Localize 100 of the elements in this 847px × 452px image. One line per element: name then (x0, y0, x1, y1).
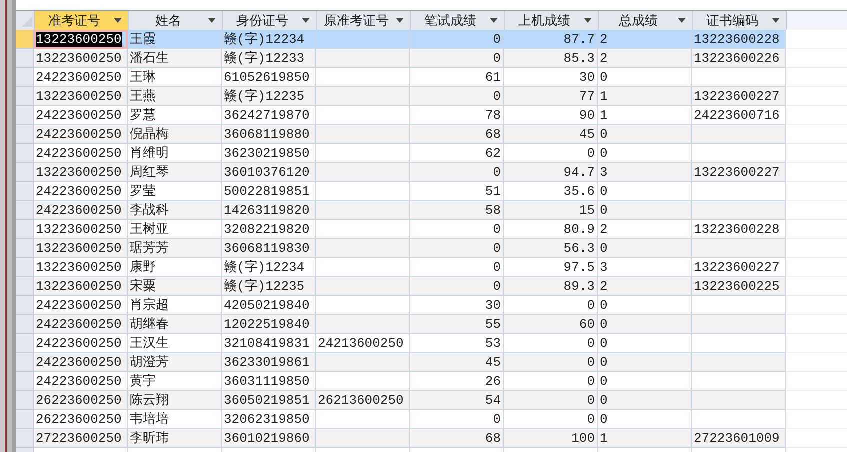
record-selector[interactable] (16, 30, 34, 49)
table-cell: 55 (410, 315, 504, 334)
table-cell: 13223600225 (692, 277, 786, 296)
dropdown-arrow-icon[interactable] (772, 18, 780, 23)
table-cell: 周红琴 (128, 163, 222, 182)
table-cell: 0 (504, 353, 598, 372)
record-selector[interactable] (16, 334, 34, 353)
table-cell: 宋粟 (128, 277, 222, 296)
table-cell: 36068119830 (222, 239, 316, 258)
table-cell: 13223600228 (692, 30, 786, 49)
table-cell: 45 (410, 353, 504, 372)
table-cell: 王燕 (128, 87, 222, 106)
table-cell: 36068119880 (222, 125, 316, 144)
record-selector[interactable] (16, 125, 34, 144)
record-selector[interactable] (16, 239, 34, 258)
table-cell: 15 (504, 201, 598, 220)
table-cell: 3 (598, 163, 692, 182)
table-cell: 胡继春 (128, 315, 222, 334)
table-cell: 0 (504, 391, 598, 410)
table-cell: 赣(字)12233 (222, 49, 316, 68)
table-cell: 1 (598, 429, 692, 448)
column-header[interactable]: 上机成绩 (505, 11, 599, 30)
table-cell: 13223600250 (34, 239, 128, 258)
table-cell: 68 (410, 125, 504, 144)
record-selector[interactable] (16, 106, 34, 125)
table-cell: 陈云翔 (128, 391, 222, 410)
table-cell: 0 (598, 353, 692, 372)
table-cell: 36010219860 (222, 429, 316, 448)
table-cell: 24223600250 (34, 353, 128, 372)
table-cell: 琚芳芳 (128, 239, 222, 258)
table-cell: 89.3 (504, 277, 598, 296)
table-cell: 0 (410, 277, 504, 296)
table-cell: 26213600250 (316, 391, 410, 410)
table-cell: 13223600250 (34, 87, 128, 106)
column-header[interactable]: 原准考证号 (317, 11, 411, 30)
table-cell: 12022519840 (222, 315, 316, 334)
table-cell: 0 (410, 87, 504, 106)
record-selector[interactable] (16, 353, 34, 372)
record-selector[interactable] (16, 68, 34, 87)
table-cell: 87.7 (504, 30, 598, 49)
dropdown-arrow-icon[interactable] (208, 18, 216, 23)
table-cell: 13223600250 (34, 163, 128, 182)
table-cell: 56.3 (504, 239, 598, 258)
dropdown-arrow-icon[interactable] (584, 18, 592, 23)
table-cell: 77 (504, 87, 598, 106)
table-cell: 24223600250 (34, 315, 128, 334)
record-selector[interactable] (16, 144, 34, 163)
column-header[interactable]: 身份证号 (223, 11, 317, 30)
column-header[interactable]: 准考证号 (35, 11, 129, 30)
table-cell: 60 (504, 315, 598, 334)
record-selector[interactable] (16, 163, 34, 182)
table-cell: 100 (504, 429, 598, 448)
table-cell: 13223600250 (34, 49, 128, 68)
record-selector[interactable] (16, 372, 34, 391)
table-cell: 68 (410, 429, 504, 448)
record-selector[interactable] (16, 296, 34, 315)
dropdown-arrow-icon[interactable] (114, 18, 122, 23)
column-header[interactable]: 笔试成绩 (411, 11, 505, 30)
table-cell: 王霞 (128, 30, 222, 49)
record-selector[interactable] (16, 182, 34, 201)
column-header[interactable]: 总成绩 (599, 11, 693, 30)
table-cell: 0 (598, 125, 692, 144)
table-cell: 24223600250 (34, 125, 128, 144)
table-cell: 胡澄芳 (128, 353, 222, 372)
record-selector[interactable] (16, 391, 34, 410)
dropdown-arrow-icon[interactable] (490, 18, 498, 23)
table-cell: 13223600250 (34, 277, 128, 296)
table-cell: 14263119820 (222, 201, 316, 220)
record-selector[interactable] (16, 220, 34, 239)
table-cell: 36010376120 (222, 163, 316, 182)
table-cell: 0 (410, 239, 504, 258)
table-cell: 李战科 (128, 201, 222, 220)
dropdown-arrow-icon[interactable] (678, 18, 686, 23)
table-cell: 2 (598, 277, 692, 296)
record-selector[interactable] (16, 315, 34, 334)
table-cell: 85.3 (504, 49, 598, 68)
record-selector[interactable] (16, 87, 34, 106)
table-cell: 45 (504, 125, 598, 144)
dropdown-arrow-icon[interactable] (302, 18, 310, 23)
table-cell: 2 (598, 49, 692, 68)
table-cell: 赣(字)12234 (222, 30, 316, 49)
record-selector[interactable] (16, 201, 34, 220)
table-cell: 24223600250 (34, 201, 128, 220)
record-selector[interactable] (16, 49, 34, 68)
column-header[interactable]: 证书编码 (693, 11, 787, 30)
column-header[interactable]: 姓名 (129, 11, 223, 30)
record-selector[interactable] (16, 258, 34, 277)
table-cell: 倪晶梅 (128, 125, 222, 144)
record-selector[interactable] (16, 277, 34, 296)
table-cell: 13223600227 (692, 163, 786, 182)
record-selector[interactable] (16, 410, 34, 429)
table-cell: 13223600227 (692, 87, 786, 106)
dropdown-arrow-icon[interactable] (396, 18, 404, 23)
table-cell: 0 (598, 315, 692, 334)
table-cell: 赣(字)12235 (222, 277, 316, 296)
table-cell: 0 (598, 201, 692, 220)
table-cell: 13223600226 (692, 49, 786, 68)
table-cell: 李昕玮 (128, 429, 222, 448)
table-cell: 0 (598, 239, 692, 258)
record-selector[interactable] (16, 429, 34, 448)
